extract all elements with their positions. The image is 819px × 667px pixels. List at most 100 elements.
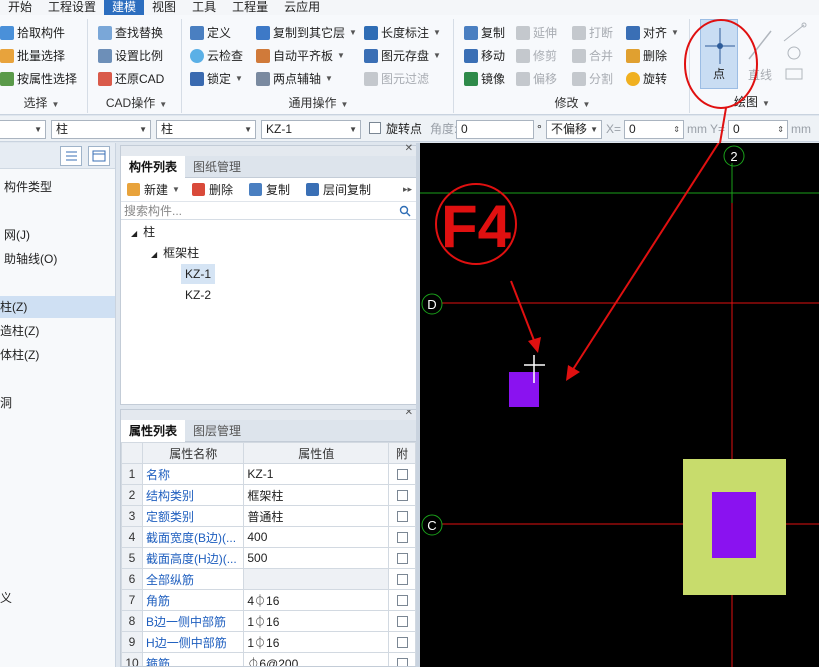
column-element-kz1[interactable] xyxy=(712,492,756,558)
collapse-icon[interactable]: ◢ xyxy=(131,229,137,238)
more-icon[interactable]: ▸▸ xyxy=(403,184,412,195)
tab-property-list[interactable]: 属性列表 xyxy=(121,420,186,442)
menu-start[interactable]: 开始 xyxy=(0,0,40,15)
property-value[interactable]: 框架柱 xyxy=(243,484,390,506)
close-icon[interactable]: ✕ xyxy=(405,410,413,418)
property-value[interactable]: ⏀6@200 xyxy=(243,652,390,666)
property-value[interactable]: 500 xyxy=(243,547,390,569)
attach-checkbox-cell[interactable] xyxy=(388,505,416,527)
nav-item-opening[interactable]: 洞 xyxy=(0,392,115,414)
attach-checkbox-cell[interactable] xyxy=(388,631,416,653)
attach-checkbox-cell[interactable] xyxy=(388,652,416,666)
table-row[interactable]: 8 B边一侧中部筋 1⏀16 xyxy=(121,610,416,632)
delete-button[interactable]: 删除 xyxy=(626,46,667,66)
nav-item-custom[interactable]: 义 xyxy=(0,587,115,609)
cloud-check-button[interactable]: 云检查 xyxy=(190,46,243,66)
rectangle-icon[interactable] xyxy=(785,68,803,80)
select-by-property-button[interactable]: 按属性选择 xyxy=(0,69,77,89)
attach-checkbox[interactable] xyxy=(396,595,408,607)
attach-checkbox[interactable] xyxy=(396,511,408,523)
type-combo[interactable]: 柱 ▼ xyxy=(156,120,256,139)
auto-flush-slab-button[interactable]: 自动平齐板 ▼ xyxy=(256,46,345,66)
layer-combo[interactable]: ▼ xyxy=(0,120,46,139)
draw-point-button[interactable]: 点 xyxy=(700,19,738,89)
table-row[interactable]: 6 全部纵筋 xyxy=(121,568,416,590)
pick-component-button[interactable]: 拾取构件 xyxy=(0,23,65,43)
attach-checkbox-cell[interactable] xyxy=(388,463,416,485)
lock-button[interactable]: 锁定 ▼ xyxy=(190,69,243,89)
move-button[interactable]: 移动 xyxy=(464,46,505,66)
copy-component-button[interactable]: 复制 xyxy=(248,181,290,198)
property-value[interactable] xyxy=(243,568,390,590)
delete-component-button[interactable]: 删除 xyxy=(191,181,233,198)
angle-input[interactable]: 0 xyxy=(456,120,534,139)
rotate-button[interactable]: 旋转 xyxy=(626,69,667,89)
attach-checkbox[interactable] xyxy=(396,616,408,628)
tree-leaf-kz1[interactable]: KZ-1 xyxy=(181,264,216,284)
draw-line-button[interactable]: 直线 xyxy=(745,19,775,89)
table-row[interactable]: 1 名称 KZ-1 xyxy=(121,463,416,485)
draw-group-label[interactable]: 绘图 ▼ xyxy=(692,93,812,110)
tab-drawing-management[interactable]: 图纸管理 xyxy=(185,156,249,178)
attach-checkbox-cell[interactable] xyxy=(388,484,416,506)
property-value[interactable]: KZ-1 xyxy=(243,463,390,485)
tree-node-column[interactable]: ◢ 柱 xyxy=(131,222,155,242)
tree-node-frame-column[interactable]: ◢ 框架柱 xyxy=(151,243,199,263)
common-group-label[interactable]: 通用操作 ▼ xyxy=(184,94,453,111)
attach-checkbox-cell[interactable] xyxy=(388,526,416,548)
offset-combo[interactable]: 不偏移 ▼ xyxy=(546,120,602,139)
new-button[interactable]: 新建 ▼ xyxy=(127,181,180,198)
tree-leaf-kz2[interactable]: KZ-2 xyxy=(185,285,211,305)
batch-select-button[interactable]: 批量选择 xyxy=(0,46,65,66)
attach-checkbox[interactable] xyxy=(396,574,408,586)
close-icon[interactable]: ✕ xyxy=(405,143,413,154)
attach-checkbox[interactable] xyxy=(396,469,408,481)
property-value[interactable]: 4⏀16 xyxy=(243,589,390,611)
circle-icon[interactable] xyxy=(787,46,801,60)
tab-component-list[interactable]: 构件列表 xyxy=(121,156,186,178)
menu-cloud[interactable]: 云应用 xyxy=(276,0,328,15)
component-combo[interactable]: KZ-1 ▼ xyxy=(261,120,361,139)
save-element-button[interactable]: 图元存盘 ▼ xyxy=(364,46,441,66)
property-value[interactable]: 400 xyxy=(243,526,390,548)
x-input[interactable]: 0 ⇕ xyxy=(624,120,684,139)
collapse-icon[interactable]: ◢ xyxy=(151,250,157,259)
table-row[interactable]: 2 结构类别 框架柱 xyxy=(121,484,416,506)
floor-copy-button[interactable]: 层间复制 xyxy=(305,181,371,198)
nav-item-axis-grid[interactable]: 网(J) xyxy=(4,224,119,246)
attach-checkbox-cell[interactable] xyxy=(388,589,416,611)
menu-quantities[interactable]: 工程量 xyxy=(224,0,276,15)
tile-view-icon[interactable] xyxy=(88,146,110,166)
menu-project-settings[interactable]: 工程设置 xyxy=(40,0,104,15)
y-input[interactable]: 0 ⇕ xyxy=(728,120,788,139)
table-row[interactable]: 5 截面高度(H边)(... 500 xyxy=(121,547,416,569)
attach-checkbox[interactable] xyxy=(396,553,408,565)
align-button[interactable]: 对齐 ▼ xyxy=(626,23,679,43)
attach-checkbox[interactable] xyxy=(396,490,408,502)
nav-item-constructional-column[interactable]: 造柱(Z) xyxy=(0,320,115,342)
component-search-input[interactable]: 搜索构件... xyxy=(121,202,416,220)
attach-checkbox[interactable] xyxy=(396,637,408,649)
nav-item-aux-axis[interactable]: 助轴线(O) xyxy=(4,248,119,270)
nav-item-masonry-column[interactable]: 体柱(Z) xyxy=(0,344,115,366)
menu-modeling[interactable]: 建模 xyxy=(104,0,145,15)
extend-button[interactable]: 延伸 xyxy=(516,23,557,43)
property-value[interactable]: 1⏀16 xyxy=(243,610,390,632)
define-button[interactable]: 定义 xyxy=(190,23,231,43)
copy-to-other-floor-button[interactable]: 复制到其它层 ▼ xyxy=(256,23,357,43)
category-combo[interactable]: 柱 ▼ xyxy=(51,120,151,139)
search-icon[interactable] xyxy=(399,205,411,217)
set-scale-button[interactable]: 设置比例 xyxy=(98,46,163,66)
mirror-button[interactable]: 镜像 xyxy=(464,69,505,89)
menu-tools[interactable]: 工具 xyxy=(184,0,224,15)
nav-item-column[interactable]: 柱(Z) xyxy=(0,296,115,318)
menu-view[interactable]: 视图 xyxy=(144,0,184,15)
tab-layer-management[interactable]: 图层管理 xyxy=(185,420,249,442)
merge-button[interactable]: 合并 xyxy=(572,46,613,66)
attach-checkbox-cell[interactable] xyxy=(388,568,416,590)
table-row[interactable]: 10 箍筋 ⏀6@200 xyxy=(121,652,416,666)
break-button[interactable]: 打断 xyxy=(572,23,613,43)
table-row[interactable]: 7 角筋 4⏀16 xyxy=(121,589,416,611)
split-button[interactable]: 分割 xyxy=(572,69,613,89)
nav-item-component-types[interactable]: 构件类型 xyxy=(4,176,119,198)
